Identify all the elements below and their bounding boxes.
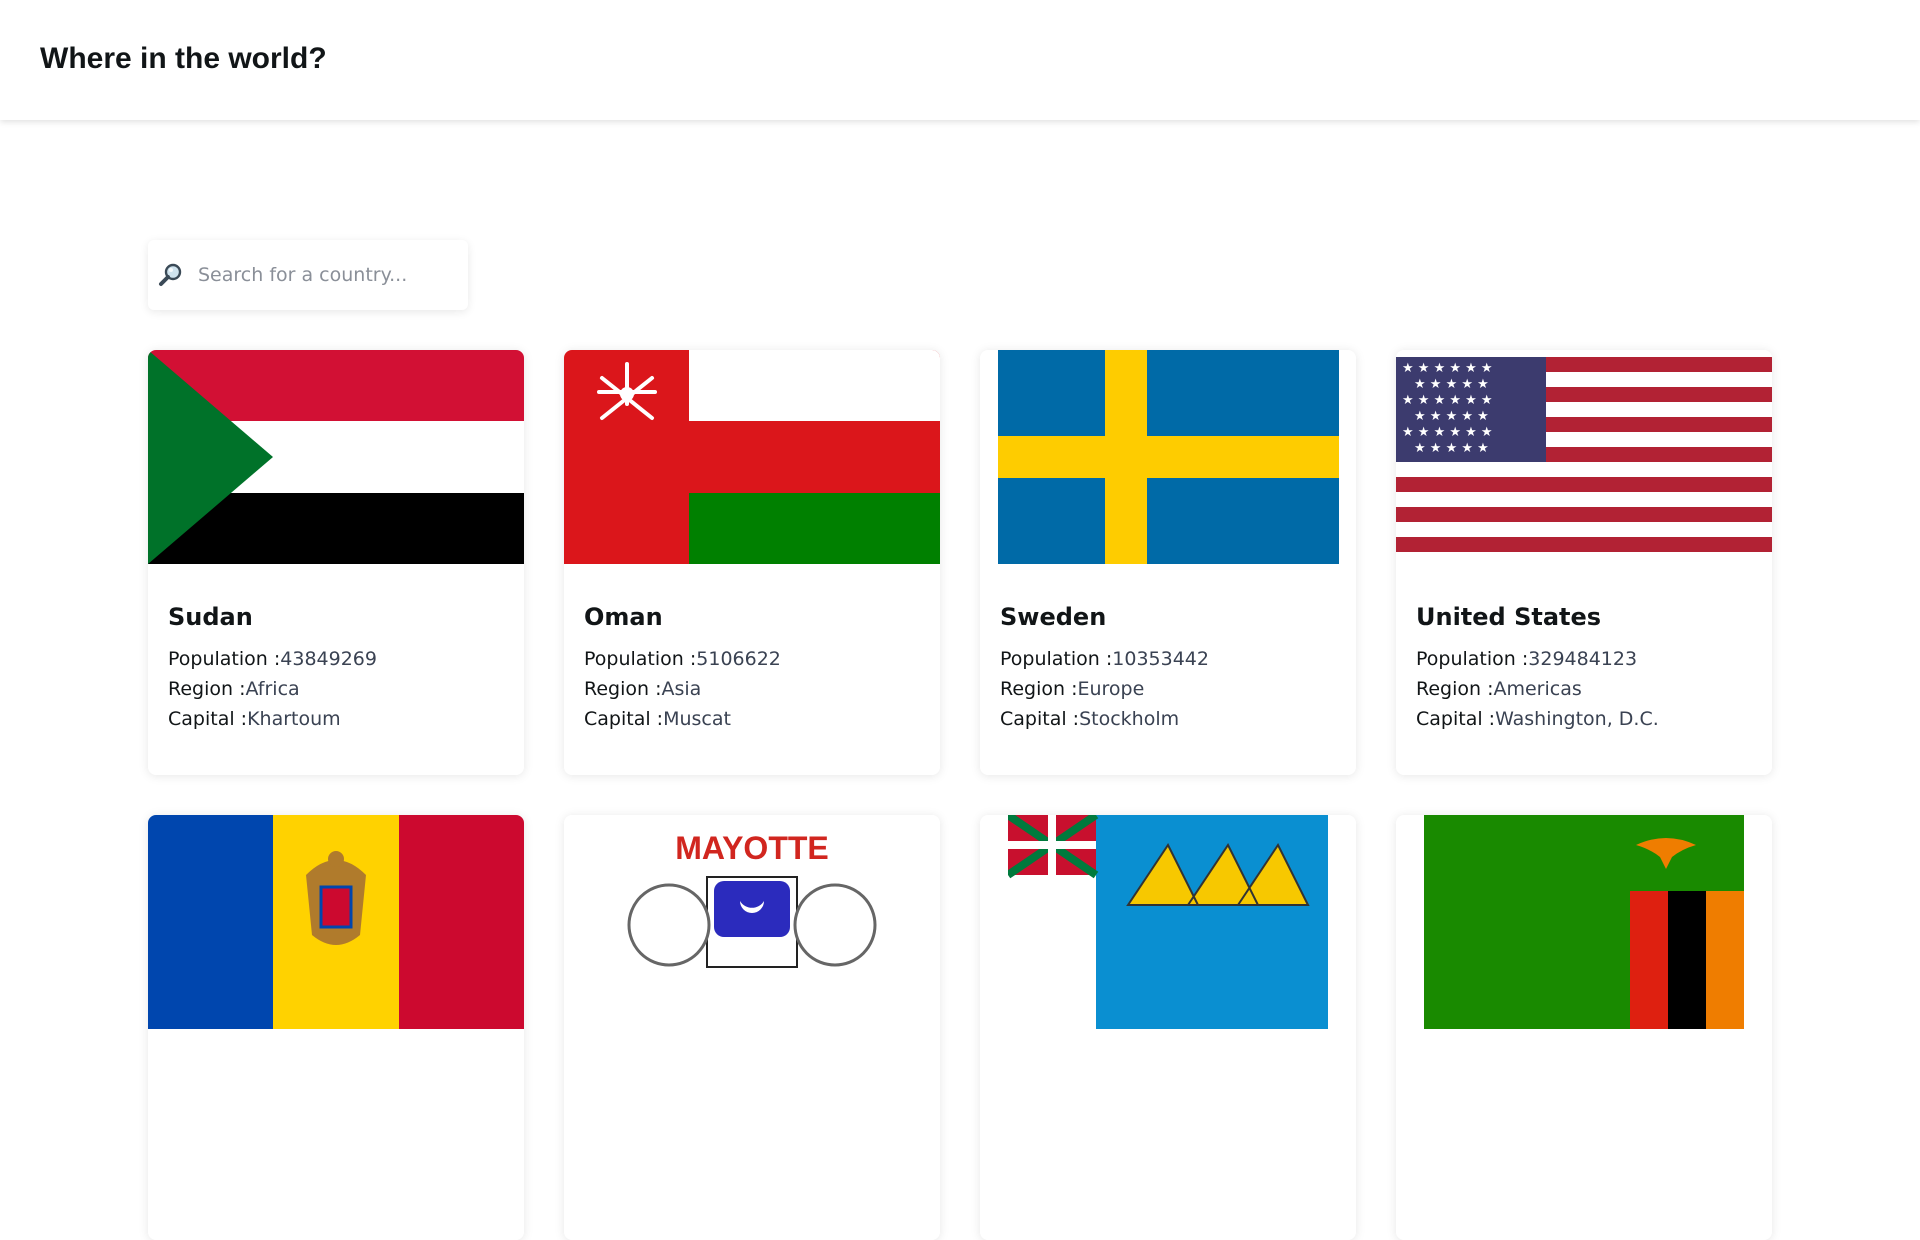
country-card[interactable]: Sudan Population :43849269 Region :Afric…: [148, 350, 524, 775]
search-icon: [159, 263, 182, 286]
search-input[interactable]: [198, 255, 458, 295]
population-row: Population :43849269: [168, 648, 377, 670]
region-row: Region :Asia: [584, 678, 702, 700]
population-row: Population :10353442: [1000, 648, 1209, 670]
saint-pierre-miquelon-flag: [1008, 815, 1328, 1029]
country-card[interactable]: [980, 815, 1356, 1240]
region-row: Region :Europe: [1000, 678, 1145, 700]
sweden-flag: [998, 350, 1339, 564]
mayotte-flag: MAYOTTE: [564, 815, 940, 1029]
country-card[interactable]: MAYOTTE: [564, 815, 940, 1240]
country-card[interactable]: Sweden Population :10353442 Region :Euro…: [980, 350, 1356, 775]
svg-text:★ ★ ★ ★ ★ ★: ★ ★ ★ ★ ★ ★: [1402, 425, 1493, 440]
svg-text:★ ★ ★ ★ ★: ★ ★ ★ ★ ★: [1414, 409, 1489, 424]
svg-text:★ ★ ★ ★ ★ ★: ★ ★ ★ ★ ★ ★: [1402, 361, 1493, 376]
country-card[interactable]: ★ ★ ★ ★ ★ ★ ★ ★ ★ ★ ★ ★ ★ ★ ★ ★ ★ ★ ★ ★ …: [1396, 350, 1772, 775]
region-row: Region :Africa: [168, 678, 300, 700]
sudan-flag: [148, 350, 524, 564]
search-box[interactable]: [148, 240, 468, 310]
region-row: Region :Americas: [1416, 678, 1582, 700]
zambia-flag: [1424, 815, 1744, 1029]
moldova-flag: [148, 815, 524, 1029]
app-header: Where in the world?: [0, 0, 1920, 120]
population-row: Population :329484123: [1416, 648, 1638, 670]
country-card[interactable]: [148, 815, 524, 1240]
capital-row: Capital :Washington, D.C.: [1416, 708, 1659, 730]
capital-row: Capital :Khartoum: [168, 708, 341, 730]
capital-row: Capital :Muscat: [584, 708, 731, 730]
mayotte-flag-text: MAYOTTE: [675, 830, 829, 866]
country-name: Sudan: [168, 603, 253, 631]
country-name: Oman: [584, 603, 663, 631]
svg-text:★ ★ ★ ★ ★: ★ ★ ★ ★ ★: [1414, 377, 1489, 392]
svg-text:★ ★ ★ ★ ★ ★: ★ ★ ★ ★ ★ ★: [1402, 393, 1493, 408]
country-card[interactable]: Oman Population :5106622 Region :Asia Ca…: [564, 350, 940, 775]
country-name: Sweden: [1000, 603, 1107, 631]
country-card[interactable]: [1396, 815, 1772, 1240]
population-row: Population :5106622: [584, 648, 781, 670]
oman-flag: [564, 350, 940, 564]
app-title: Where in the world?: [40, 42, 327, 75]
country-name: United States: [1416, 603, 1602, 631]
usa-flag: ★ ★ ★ ★ ★ ★ ★ ★ ★ ★ ★ ★ ★ ★ ★ ★ ★ ★ ★ ★ …: [1396, 350, 1772, 564]
capital-row: Capital :Stockholm: [1000, 708, 1180, 730]
svg-text:★ ★ ★ ★ ★: ★ ★ ★ ★ ★: [1414, 441, 1489, 456]
